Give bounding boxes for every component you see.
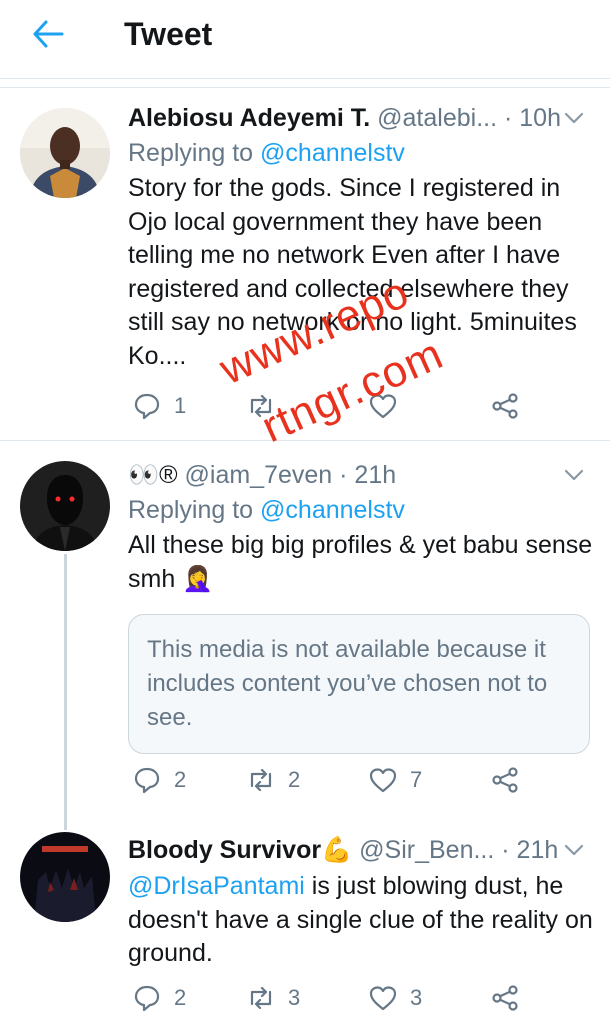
replying-label: Replying to bbox=[128, 496, 261, 524]
display-name[interactable]: 👀® bbox=[128, 461, 178, 489]
tweet-text: All these big big profiles & yet babu se… bbox=[128, 531, 593, 593]
reply-icon bbox=[134, 767, 160, 794]
tweet-header: 👀® @iam_7even · 21h bbox=[128, 457, 594, 493]
reply-button[interactable]: 2 bbox=[132, 978, 186, 1018]
share-button[interactable] bbox=[490, 978, 520, 1018]
divider bbox=[0, 440, 610, 441]
media-unavailable-notice[interactable]: This media is not available because it i… bbox=[128, 614, 590, 754]
reply-mention-link[interactable]: @channelstv bbox=[260, 139, 405, 167]
tweet-text: @DrIsaPantami is just blowing dust, he d… bbox=[128, 870, 594, 971]
tweet-actions: 2 3 3 bbox=[128, 978, 548, 1018]
reply-button[interactable]: 2 bbox=[132, 760, 186, 800]
reply-count: 2 bbox=[174, 985, 187, 1010]
retweet-icon bbox=[250, 986, 272, 1010]
retweet-button[interactable]: 2 bbox=[246, 760, 300, 800]
timestamp: · 21h bbox=[339, 461, 397, 489]
page-title: Tweet bbox=[124, 16, 213, 52]
tweet-text: Story for the gods. Since I registered i… bbox=[128, 174, 577, 370]
tweet-actions: 1 bbox=[128, 386, 548, 426]
share-icon bbox=[492, 767, 518, 793]
replying-label: Replying to bbox=[128, 139, 261, 167]
reply-count: 1 bbox=[174, 393, 187, 418]
display-name[interactable]: Bloody Survivor💪 bbox=[128, 836, 352, 864]
thread-line bbox=[64, 554, 67, 830]
user-handle[interactable]: @iam_7even bbox=[185, 461, 333, 489]
avatar[interactable] bbox=[20, 832, 110, 922]
user-handle[interactable]: @Sir_Ben... bbox=[359, 836, 494, 864]
heart-icon bbox=[369, 768, 397, 793]
display-name[interactable]: Alebiosu Adeyemi T. bbox=[128, 104, 370, 132]
share-icon bbox=[492, 393, 518, 419]
like-count: 7 bbox=[410, 767, 423, 792]
reply-mention-link[interactable]: @channelstv bbox=[260, 496, 405, 524]
retweet-button[interactable]: 3 bbox=[246, 978, 300, 1018]
retweet-icon bbox=[250, 394, 272, 418]
replying-to: Replying to @channelstv bbox=[128, 136, 594, 170]
avatar[interactable] bbox=[20, 461, 110, 551]
chevron-down-icon[interactable] bbox=[562, 106, 586, 130]
reply-count: 2 bbox=[174, 767, 187, 792]
heart-icon bbox=[369, 394, 397, 419]
timestamp: · 21h bbox=[501, 836, 559, 864]
reply-icon bbox=[134, 985, 160, 1012]
retweet-icon bbox=[250, 768, 272, 792]
retweet-button[interactable] bbox=[246, 386, 288, 426]
avatar[interactable] bbox=[20, 108, 110, 198]
tweet-header: Alebiosu Adeyemi T. @atalebi... · 10h bbox=[128, 100, 594, 136]
retweet-count: 3 bbox=[288, 985, 301, 1010]
chevron-down-icon[interactable] bbox=[562, 838, 586, 862]
top-bar: Tweet bbox=[0, 0, 610, 78]
back-arrow-icon[interactable] bbox=[28, 14, 68, 54]
share-icon bbox=[492, 985, 518, 1011]
timestamp: · 10h bbox=[503, 104, 561, 132]
user-handle[interactable]: @atalebi... bbox=[377, 104, 497, 132]
mention-link[interactable]: @DrIsaPantami bbox=[128, 872, 305, 900]
heart-icon bbox=[369, 986, 397, 1011]
tweet-actions: 2 2 7 bbox=[128, 760, 548, 800]
reply-icon bbox=[134, 393, 160, 420]
divider bbox=[0, 87, 610, 88]
like-button[interactable] bbox=[368, 386, 410, 426]
divider bbox=[0, 78, 610, 79]
chevron-down-icon[interactable] bbox=[562, 463, 586, 487]
like-button[interactable]: 7 bbox=[368, 760, 422, 800]
like-button[interactable]: 3 bbox=[368, 978, 422, 1018]
like-count: 3 bbox=[410, 985, 423, 1010]
retweet-count: 2 bbox=[288, 767, 301, 792]
reply-button[interactable]: 1 bbox=[132, 386, 186, 426]
share-button[interactable] bbox=[490, 760, 520, 800]
tweet-header: Bloody Survivor💪 @Sir_Ben... · 21h bbox=[128, 832, 594, 868]
share-button[interactable] bbox=[490, 386, 520, 426]
replying-to: Replying to @channelstv bbox=[128, 493, 594, 527]
